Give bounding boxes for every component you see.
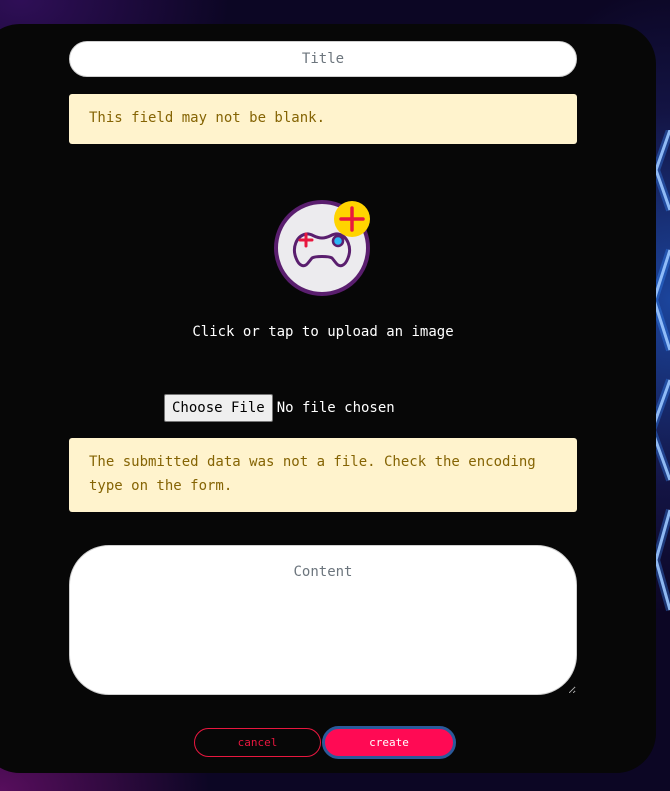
file-picker: Choose File No file chosen: [164, 393, 395, 422]
create-button[interactable]: create: [322, 726, 456, 759]
choose-file-button[interactable]: Choose File: [164, 393, 273, 422]
image-error-alert: The submitted data was not a file. Check…: [69, 438, 577, 512]
content-textarea[interactable]: [69, 545, 577, 695]
cancel-button[interactable]: cancel: [194, 728, 321, 757]
gamepad-add-icon[interactable]: [274, 200, 374, 298]
title-error-alert: This field may not be blank.: [69, 94, 577, 144]
file-status-text: No file chosen: [276, 399, 395, 416]
upload-caption[interactable]: Click or tap to upload an image: [69, 322, 577, 342]
title-input[interactable]: [69, 41, 577, 77]
